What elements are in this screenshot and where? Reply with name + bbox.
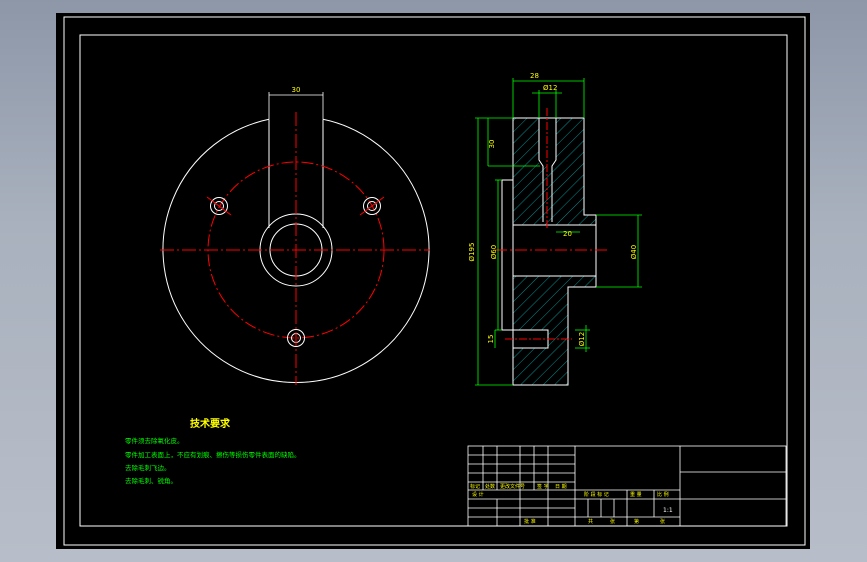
- stage-label: 比 例: [657, 491, 669, 498]
- tech-req-line: 零件须去除氧化皮。: [125, 436, 184, 445]
- top-hole-dim: Ø12: [543, 84, 557, 92]
- overall-height-dim: Ø195: [468, 243, 476, 262]
- scale-value: 1:1: [663, 507, 673, 514]
- title-block-label: 处数: [485, 483, 495, 490]
- tech-req-line: 去除毛刺飞边。: [125, 463, 171, 472]
- designer-label: 设 计: [472, 491, 484, 498]
- bore-depth-dim: 20: [563, 230, 572, 238]
- title-block-label: 标记: [470, 483, 480, 490]
- bottom-step-dim: 15: [487, 335, 495, 344]
- tech-req-line: 零件加工表面上，不应有划痕、擦伤等损伤零件表面的缺陷。: [125, 450, 301, 459]
- sheet-label: 张: [610, 518, 615, 525]
- title-block-label: 签 字: [537, 483, 549, 490]
- cad-drawing-canvas: 30 28 Ø12 30 Ø195 Ø60 20 Ø40 15 Ø12 技术要求…: [56, 13, 810, 549]
- bottom-hole-dim: Ø12: [578, 332, 586, 346]
- sheet-label: 张: [660, 518, 665, 525]
- approve-label: 批 准: [524, 518, 536, 525]
- tech-req-line: 去除毛刺、锐角。: [125, 476, 177, 485]
- slot-width-dim: 30: [292, 86, 301, 94]
- stage-label: 重 量: [630, 491, 642, 498]
- sheet-label: 共: [588, 518, 593, 525]
- hub-length-dim: 28: [530, 72, 539, 80]
- sheet-label: 第: [634, 518, 639, 525]
- title-block-label: 日 期: [555, 484, 567, 490]
- hub-diameter-dim: Ø40: [630, 245, 638, 259]
- top-height-dim: 30: [488, 140, 496, 149]
- title-block-label: 更改文件号: [500, 483, 525, 490]
- tech-req-title: 技术要求: [190, 417, 231, 430]
- body-diameter-dim: Ø60: [490, 245, 498, 259]
- stage-label: 阶 段 标 记: [584, 491, 609, 498]
